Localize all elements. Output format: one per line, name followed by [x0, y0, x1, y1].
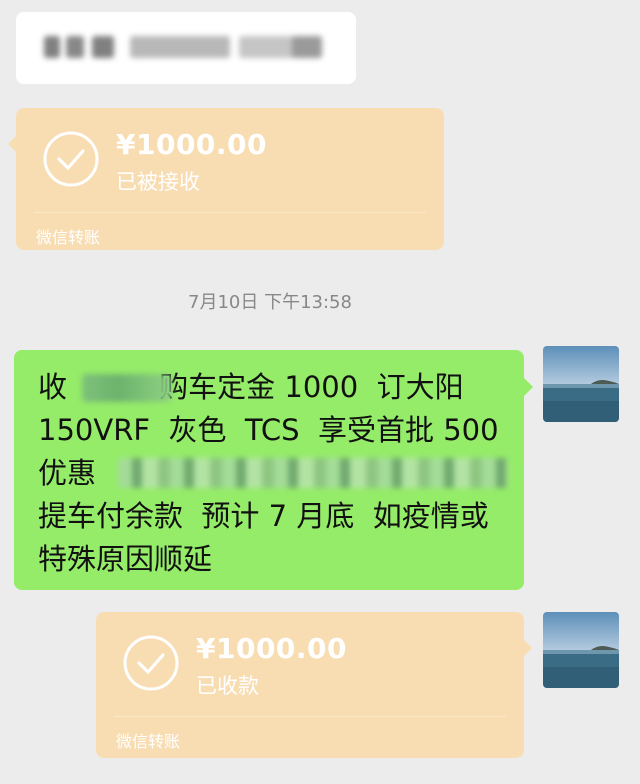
- redacted-text: [118, 458, 508, 488]
- sea-landscape-icon: [543, 612, 619, 688]
- transfer-footer-label: 微信转账: [116, 732, 181, 751]
- transfer-card-received[interactable]: ¥1000.00 已被接收 微信转账: [8, 108, 444, 250]
- transfer-amount: ¥1000.00: [116, 128, 268, 161]
- redacted-name: [82, 374, 172, 402]
- check-circle-icon: [123, 635, 179, 691]
- transfer-divider: [34, 212, 426, 213]
- user-avatar[interactable]: [543, 612, 619, 688]
- sent-message-bubble[interactable]: 收 购车定金 1000 订大阳 150VRF 灰色 TCS 享受首批 500 优…: [14, 350, 533, 590]
- user-avatar[interactable]: [543, 346, 619, 422]
- transfer-amount: ¥1000.00: [196, 632, 348, 665]
- blurred-message-text: [34, 26, 334, 70]
- transfer-card-sent[interactable]: ¥1000.00 已收款 微信转账: [96, 612, 532, 758]
- sea-landscape-icon: [543, 346, 619, 422]
- message-timestamp: 7月10日 下午13:58: [188, 292, 352, 313]
- transfer-divider: [114, 716, 506, 717]
- received-message-bubble[interactable]: [16, 12, 356, 84]
- transfer-status: 已被接收: [116, 170, 200, 194]
- transfer-footer-label: 微信转账: [36, 228, 101, 247]
- transfer-status: 已收款: [196, 674, 259, 698]
- check-circle-icon: [43, 131, 99, 187]
